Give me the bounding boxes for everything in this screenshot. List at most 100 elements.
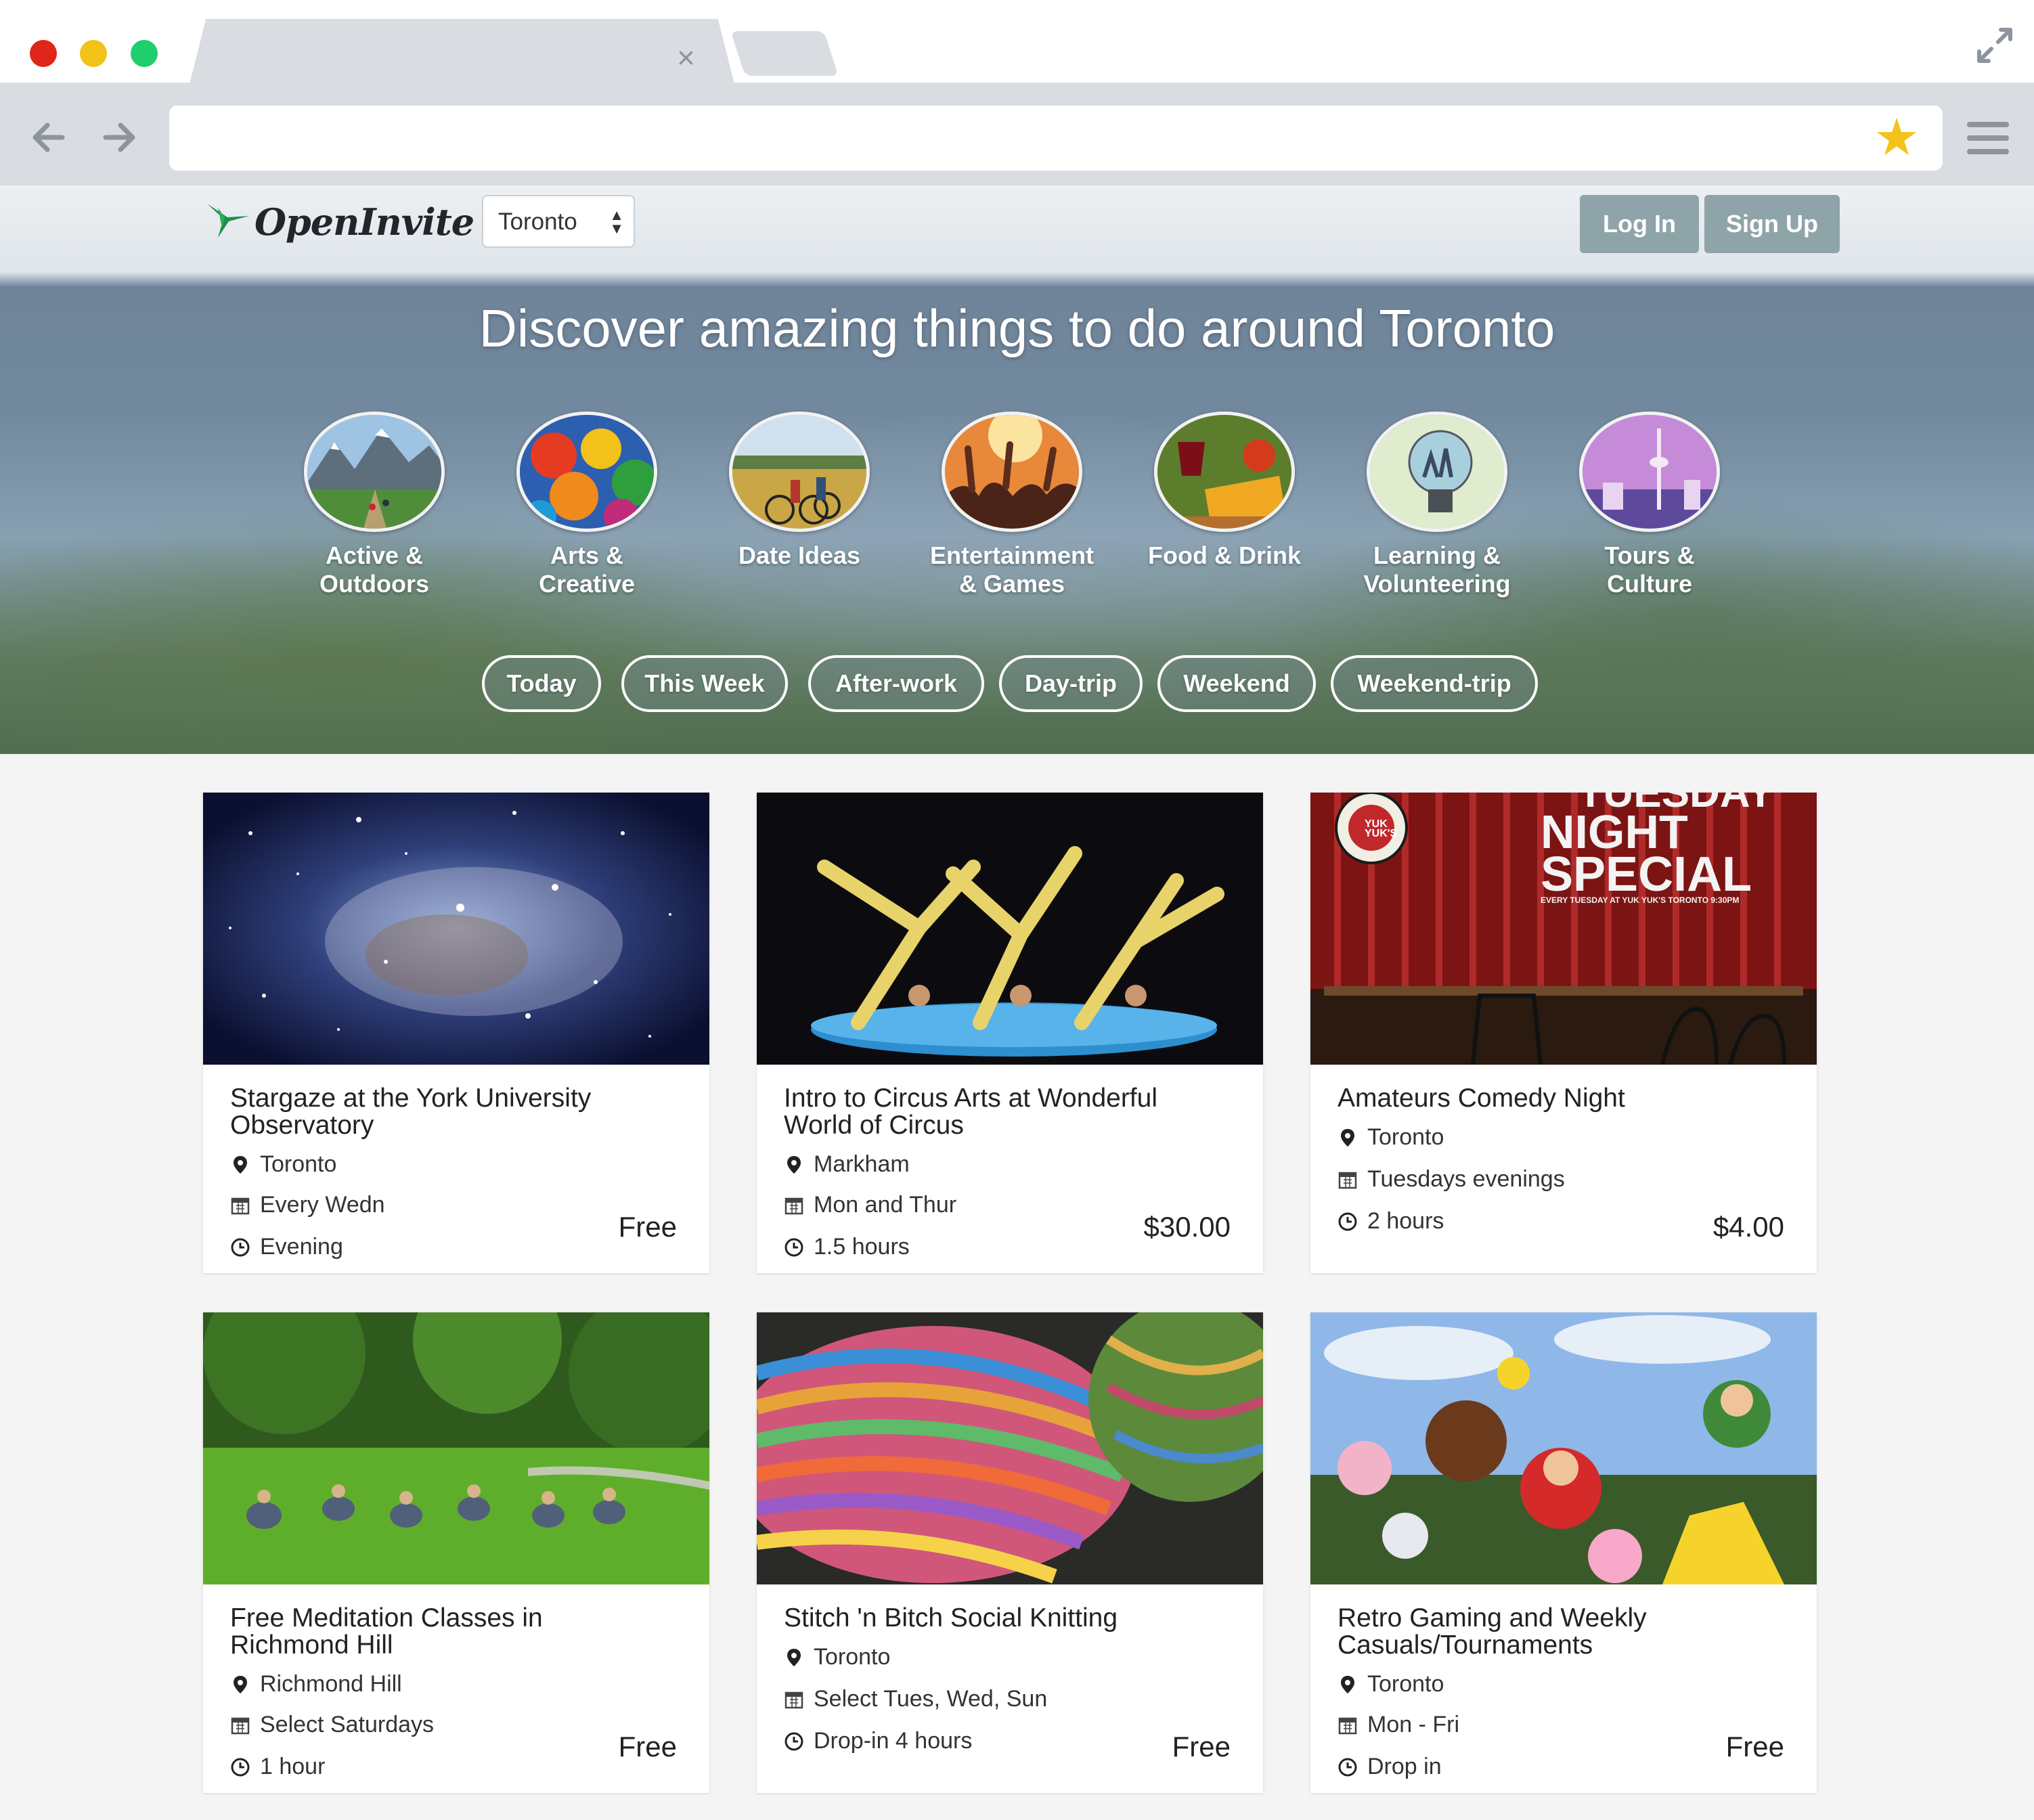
minimize-window-button[interactable] [80,40,107,67]
event-price: Free [1725,1731,1784,1762]
event-location-text: Toronto [814,1644,891,1670]
category-label: Learning & Volunteering [1363,541,1511,598]
event-schedule-text: Mon - Fri [1367,1712,1459,1737]
calendar-icon [1338,1717,1357,1734]
city-select[interactable]: Toronto ▲ ▼ [482,195,635,248]
event-price: Free [618,1211,677,1243]
map-pin-icon [787,1648,801,1666]
event-duration-text: Drop in [1367,1754,1442,1779]
bookmark-star-icon[interactable]: ★ [1874,112,1920,164]
event-duration: Drop in [1337,1754,1442,1780]
event-card-circus[interactable]: Intro to Circus Arts at Wonderful World … [757,793,1263,1273]
category-arts-creative[interactable]: Arts & Creative [489,412,685,598]
tab-close-icon[interactable]: × [677,42,695,73]
filter-after-work[interactable]: After-work [808,655,984,712]
comedy-subline: EVERY TUESDAY AT YUK YUK'S TORONTO 9:30P… [1541,895,1740,905]
event-duration: Evening [230,1234,343,1260]
back-arrow-icon[interactable] [30,118,68,156]
category-tours-culture[interactable]: Tours & Culture [1551,412,1748,598]
event-duration-text: Evening [260,1234,343,1260]
event-price: Free [1172,1731,1231,1762]
category-date-ideas[interactable]: Date Ideas [701,412,898,570]
event-card-retro-gaming[interactable]: Retro Gaming and Weekly Casuals/Tourname… [1310,1312,1817,1793]
expand-icon[interactable] [1975,26,2014,65]
filter-weekend-trip[interactable]: Weekend-trip [1331,655,1538,712]
event-location-text: Toronto [260,1151,337,1177]
event-duration-text: Drop-in 4 hours [814,1728,973,1754]
event-schedule: Mon and Thur [784,1192,956,1218]
clock-icon [784,1732,803,1750]
filter-weekend[interactable]: Weekend [1157,655,1316,712]
login-button[interactable]: Log In [1580,195,1699,253]
event-price: $30.00 [1143,1211,1231,1243]
filter-day-trip[interactable]: Day-trip [999,655,1143,712]
hero-title: Discover amazing things to do around Tor… [479,298,1555,358]
event-schedule-text: Mon and Thur [814,1192,957,1218]
event-location: Toronto [1337,1671,1444,1697]
event-title[interactable]: Stargaze at the York University Observat… [230,1085,663,1139]
calendar-icon [231,1197,250,1214]
category-label: Date Ideas [738,541,861,569]
category-label: Arts & Creative [538,541,636,598]
clock-icon [231,1758,250,1776]
map-pin-icon [1341,1675,1354,1693]
event-location: Richmond Hill [230,1671,402,1697]
address-bar[interactable] [169,106,1943,171]
lightbulb-icon [1367,412,1507,532]
bicycle-icon [729,412,870,532]
signup-button[interactable]: Sign Up [1704,195,1840,253]
paint-icon [516,412,657,532]
clock-icon [1338,1212,1357,1230]
event-card-knitting[interactable]: Stitch 'n Bitch Social Knitting Toronto … [757,1312,1263,1793]
event-card-stargaze[interactable]: Stargaze at the York University Observat… [203,793,709,1273]
event-location: Toronto [1337,1124,1444,1151]
clock-icon [1338,1758,1357,1776]
calendar-icon [231,1717,250,1734]
city-select-value: Toronto [498,208,577,235]
filter-this-week[interactable]: This Week [621,655,788,712]
maximize-window-button[interactable] [131,40,158,67]
event-location-text: Markham [814,1151,910,1177]
event-duration: 1.5 hours [784,1234,910,1260]
mountain-icon [304,412,445,532]
comedy-badge-text: YUK YUK'S [1365,818,1397,839]
event-location-text: Toronto [1367,1124,1444,1150]
browser-menu-icon[interactable] [1967,122,2009,156]
event-duration: 2 hours [1337,1208,1444,1235]
event-schedule-text: Every Wedn [260,1192,385,1218]
event-price: $4.00 [1712,1211,1784,1243]
event-card-meditation[interactable]: Free Meditation Classes in Richmond Hill… [203,1312,709,1793]
category-entertainment-games[interactable]: Entertainment & Games [914,412,1110,598]
event-duration-text: 1 hour [260,1754,326,1779]
event-duration-text: 2 hours [1367,1208,1444,1234]
browser-tab[interactable] [190,19,734,84]
clock-icon [784,1238,803,1256]
site-logo[interactable]: OpenInvite [204,195,474,249]
category-active-outdoors[interactable]: Active & Outdoors [276,412,472,598]
event-image-gaming [1310,1312,1817,1584]
cheese-wine-icon [1154,412,1295,532]
map-pin-icon [234,1675,247,1693]
filter-today[interactable]: Today [482,655,601,712]
hummingbird-logo-icon [207,204,249,238]
category-food-drink[interactable]: Food & Drink [1126,412,1323,570]
event-title[interactable]: Free Meditation Classes in Richmond Hill [230,1605,663,1659]
event-title[interactable]: Retro Gaming and Weekly Casuals/Tourname… [1337,1605,1771,1659]
event-location-text: Richmond Hill [260,1671,402,1697]
category-learning-volunteering[interactable]: Learning & Volunteering [1339,412,1535,598]
category-label: Entertainment & Games [929,541,1095,598]
map-pin-icon [1341,1128,1354,1147]
event-title[interactable]: Amateurs Comedy Night [1337,1085,1771,1112]
event-card-comedy[interactable]: YUK YUK'S TUESDAY NIGHT SPECIAL EVERY TU… [1310,793,1817,1273]
map-pin-icon [787,1155,801,1174]
event-schedule-text: Select Tues, Wed, Sun [814,1686,1048,1712]
concert-icon [942,412,1082,532]
close-window-button[interactable] [30,40,57,67]
new-tab-button[interactable] [730,31,839,76]
forward-arrow-icon[interactable] [100,118,138,156]
category-label: Active & Outdoors [319,541,429,598]
event-schedule: Tuesdays evenings [1337,1166,1565,1193]
event-title[interactable]: Stitch 'n Bitch Social Knitting [784,1605,1217,1632]
category-label: Food & Drink [1148,541,1301,569]
event-title[interactable]: Intro to Circus Arts at Wonderful World … [784,1085,1217,1139]
